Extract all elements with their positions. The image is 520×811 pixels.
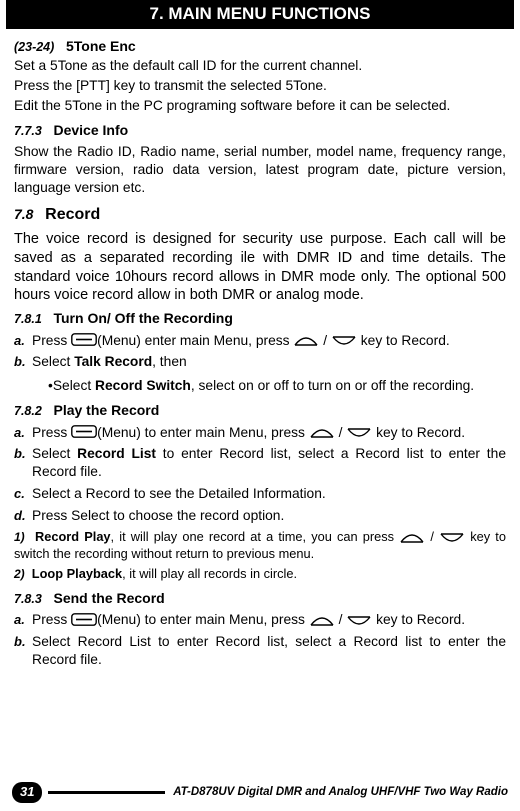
text: / [335, 425, 347, 440]
sect-num: (23-24) [14, 40, 54, 54]
text: / [425, 529, 439, 544]
5tone-line1: Set a 5Tone as the default call ID for t… [14, 57, 506, 75]
menu-key-icon [71, 333, 97, 346]
sect-title: Device Info [53, 122, 128, 138]
text: , then [152, 354, 187, 369]
list-label: b. [14, 353, 32, 371]
device-info-body: Show the Radio ID, Radio name, serial nu… [14, 143, 506, 197]
text: key to Record. [357, 333, 450, 348]
up-key-icon [399, 532, 425, 544]
s782-n1: 1) Record Play, it will play one record … [14, 529, 506, 562]
bold: Talk Record [74, 354, 152, 369]
sect-num: 7.8.2 [14, 404, 42, 418]
down-key-icon [346, 615, 372, 627]
list-label: a. [14, 424, 32, 442]
sect-title: Play the Record [53, 402, 159, 418]
list-body: Select a Record to see the Detailed Info… [32, 485, 506, 503]
list-label: b. [14, 633, 32, 651]
5tone-line3: Edit the 5Tone in the PC programing soft… [14, 97, 506, 115]
text: Press [32, 425, 71, 440]
s783-b: b. Select Record List to enter Record li… [14, 633, 506, 669]
sect-title: Turn On/ Off the Recording [53, 310, 232, 326]
up-key-icon [293, 335, 319, 347]
list-body: Press (Menu) to enter main Menu, press /… [32, 611, 506, 629]
list-body: Press Select to choose the record option… [32, 507, 506, 525]
text: (Menu) to enter main Menu, press [97, 612, 309, 627]
list-label: d. [14, 507, 32, 525]
menu-key-icon [71, 613, 97, 626]
text: Press [32, 333, 71, 348]
record-body: The voice record is designed for securit… [14, 230, 506, 305]
footer-rule [48, 791, 165, 794]
section-device-info: 7.7.3 Device Info [14, 121, 506, 139]
sect-title: Record [45, 206, 100, 223]
sect-num: 7.8.3 [14, 592, 42, 606]
sect-num: 7.7.3 [14, 124, 42, 138]
text: key to Record. [372, 425, 465, 440]
bold: Record List [77, 446, 156, 461]
s782-c: c. Select a Record to see the Detailed I… [14, 485, 506, 503]
text: •Select [48, 378, 95, 393]
list-body: Press (Menu) to enter main Menu, press /… [32, 424, 506, 442]
list-body: Select Record List to enter Record list,… [32, 633, 506, 669]
menu-key-icon [71, 425, 97, 438]
text: key to Record. [372, 612, 465, 627]
bold: Record Switch [95, 378, 191, 393]
text: Select [32, 354, 74, 369]
section-5tone: (23-24) 5Tone Enc [14, 37, 506, 55]
list-label: b. [14, 445, 32, 463]
footer-text: AT-D878UV Digital DMR and Analog UHF/VHF… [173, 785, 508, 800]
list-body: Select Record List to enter Record list,… [32, 445, 506, 481]
sect-num: 7.8.1 [14, 312, 42, 326]
text: , select on or off to turn on or off the… [191, 378, 474, 393]
s782-d: d. Press Select to choose the record opt… [14, 507, 506, 525]
section-781: 7.8.1 Turn On/ Off the Recording [14, 309, 506, 327]
up-key-icon [309, 427, 335, 439]
s782-n2: 2) Loop Playback, it will play all recor… [14, 566, 506, 583]
list-label: a. [14, 611, 32, 629]
s782-b: b. Select Record List to enter Record li… [14, 445, 506, 481]
text: / [319, 333, 331, 348]
s782-a: a. Press (Menu) to enter main Menu, pres… [14, 424, 506, 442]
section-783: 7.8.3 Send the Record [14, 589, 506, 607]
section-782: 7.8.2 Play the Record [14, 401, 506, 419]
s781-bullet: •Select Record Switch, select on or off … [48, 377, 506, 395]
text: , it will play all records in circle. [122, 566, 297, 581]
list-body: Select Talk Record, then [32, 353, 506, 371]
bold: Record Play [35, 529, 111, 544]
5tone-line2: Press the [PTT] key to transmit the sele… [14, 77, 506, 95]
bold: Loop Playback [32, 566, 122, 581]
sect-num: 7.8 [14, 206, 33, 222]
text: , it will play one record at a time, you… [111, 529, 400, 544]
text: / [335, 612, 347, 627]
text: (Menu) enter main Menu, press [97, 333, 293, 348]
list-label: 2) [14, 567, 25, 581]
section-record: 7.8 Record [14, 205, 506, 226]
s781-a: a. Press (Menu) enter main Menu, press /… [14, 332, 506, 350]
sect-title: Send the Record [53, 590, 164, 606]
list-label: a. [14, 332, 32, 350]
list-label: c. [14, 485, 32, 503]
text: (Menu) to enter main Menu, press [97, 425, 309, 440]
page-number: 31 [12, 782, 42, 803]
down-key-icon [331, 335, 357, 347]
sect-title: 5Tone Enc [66, 38, 136, 54]
up-key-icon [309, 615, 335, 627]
s783-a: a. Press (Menu) to enter main Menu, pres… [14, 611, 506, 629]
down-key-icon [439, 532, 465, 544]
text: Select [32, 446, 77, 461]
header-bar: 7. MAIN MENU FUNCTIONS [6, 0, 514, 29]
header-title: 7. MAIN MENU FUNCTIONS [150, 4, 371, 23]
down-key-icon [346, 427, 372, 439]
footer: 31 AT-D878UV Digital DMR and Analog UHF/… [0, 782, 520, 803]
page-content: (23-24) 5Tone Enc Set a 5Tone as the def… [0, 29, 520, 669]
list-label: 1) [14, 530, 25, 544]
text: Press [32, 612, 71, 627]
list-body: Press (Menu) enter main Menu, press / ke… [32, 332, 506, 350]
s781-b: b. Select Talk Record, then [14, 353, 506, 371]
